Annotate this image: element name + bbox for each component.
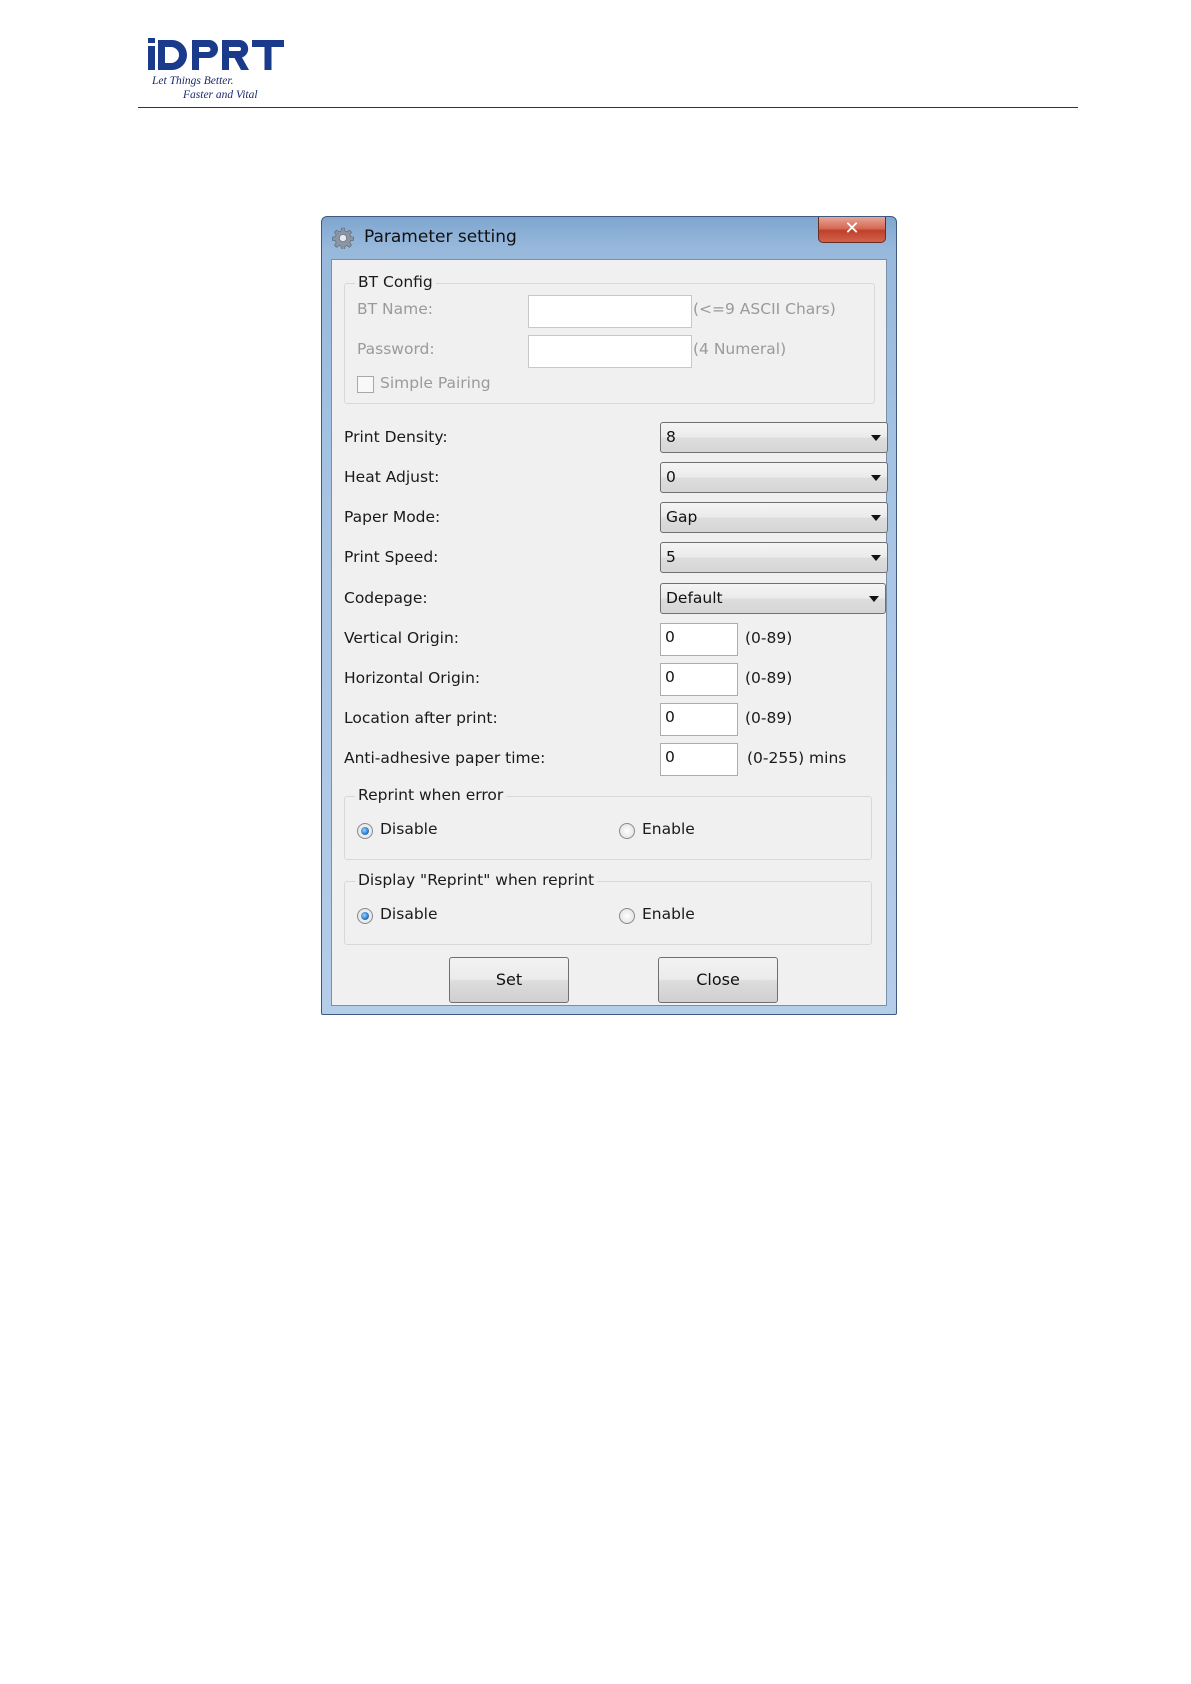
window-close-button[interactable]: ✕: [818, 217, 886, 243]
reprint-when-error-title: Reprint when error: [355, 786, 507, 804]
anti-adhesive-label: Anti-adhesive paper time:: [344, 749, 546, 767]
simple-pairing-label: Simple Pairing: [380, 374, 491, 392]
heat-adjust-select[interactable]: 0: [660, 462, 888, 493]
chevron-down-icon: [869, 596, 879, 602]
password-hint: (4 Numeral): [693, 340, 787, 358]
paper-mode-value: Gap: [666, 508, 698, 526]
password-label: Password:: [357, 340, 435, 358]
codepage-value: Default: [666, 589, 723, 607]
location-after-print-hint: (0-89): [745, 709, 793, 727]
print-density-label: Print Density:: [344, 428, 448, 446]
print-speed-select[interactable]: 5: [660, 542, 888, 573]
bt-config-title: BT Config: [355, 273, 436, 291]
reprint-error-disable-label: Disable: [380, 820, 438, 838]
idprt-logo: [148, 38, 284, 70]
display-reprint-enable-label: Enable: [642, 905, 695, 923]
heat-adjust-value: 0: [666, 468, 676, 486]
set-button[interactable]: Set: [449, 957, 569, 1003]
simple-pairing-checkbox[interactable]: [357, 376, 374, 393]
print-speed-value: 5: [666, 548, 676, 566]
display-reprint-title: Display "Reprint" when reprint: [355, 871, 598, 889]
horizontal-origin-input[interactable]: 0: [660, 663, 738, 696]
print-speed-label: Print Speed:: [344, 548, 439, 566]
dialog-client-area: BT Config BT Name: (<=9 ASCII Chars) Pas…: [331, 259, 888, 1006]
bt-name-input[interactable]: [528, 295, 692, 328]
gear-icon: [332, 227, 354, 249]
bt-name-hint: (<=9 ASCII Chars): [693, 300, 836, 318]
display-reprint-disable-radio[interactable]: [357, 908, 373, 924]
horizontal-origin-hint: (0-89): [745, 669, 793, 687]
display-reprint-enable-radio[interactable]: [619, 908, 635, 924]
chevron-down-icon: [871, 435, 881, 441]
vertical-origin-label: Vertical Origin:: [344, 629, 460, 647]
window-title: Parameter setting: [364, 227, 517, 247]
vertical-origin-hint: (0-89): [745, 629, 793, 647]
password-input[interactable]: [528, 335, 692, 368]
codepage-select[interactable]: Default: [660, 583, 886, 614]
tagline-line-2: Faster and Vital: [183, 89, 258, 101]
anti-adhesive-hint: (0-255) mins: [747, 749, 847, 767]
print-density-select[interactable]: 8: [660, 422, 888, 453]
reprint-error-enable-label: Enable: [642, 820, 695, 838]
display-reprint-group: Display "Reprint" when reprint Disable E…: [344, 871, 872, 945]
bt-name-label: BT Name:: [357, 300, 433, 318]
location-after-print-input[interactable]: 0: [660, 703, 738, 736]
chevron-down-icon: [871, 555, 881, 561]
reprint-when-error-group: Reprint when error Disable Enable: [344, 786, 872, 860]
location-after-print-label: Location after print:: [344, 709, 498, 727]
header-divider: [138, 107, 1078, 108]
close-button[interactable]: Close: [658, 957, 778, 1003]
vertical-origin-input[interactable]: 0: [660, 623, 738, 656]
parameter-setting-window: Parameter setting ✕ BT Config BT Name: (…: [321, 216, 897, 1015]
paper-mode-select[interactable]: Gap: [660, 502, 888, 533]
paper-mode-label: Paper Mode:: [344, 508, 441, 526]
reprint-error-enable-radio[interactable]: [619, 823, 635, 839]
close-icon: ✕: [844, 218, 860, 239]
anti-adhesive-input[interactable]: 0: [660, 743, 738, 776]
title-bar[interactable]: Parameter setting ✕: [322, 217, 896, 259]
tagline-line-1: Let Things Better.: [152, 75, 234, 87]
display-reprint-disable-label: Disable: [380, 905, 438, 923]
horizontal-origin-label: Horizontal Origin:: [344, 669, 481, 687]
chevron-down-icon: [871, 475, 881, 481]
heat-adjust-label: Heat Adjust:: [344, 468, 440, 486]
codepage-label: Codepage:: [344, 589, 428, 607]
print-density-value: 8: [666, 428, 676, 446]
chevron-down-icon: [871, 515, 881, 521]
bt-config-group: BT Config BT Name: (<=9 ASCII Chars) Pas…: [344, 273, 875, 404]
reprint-error-disable-radio[interactable]: [357, 823, 373, 839]
